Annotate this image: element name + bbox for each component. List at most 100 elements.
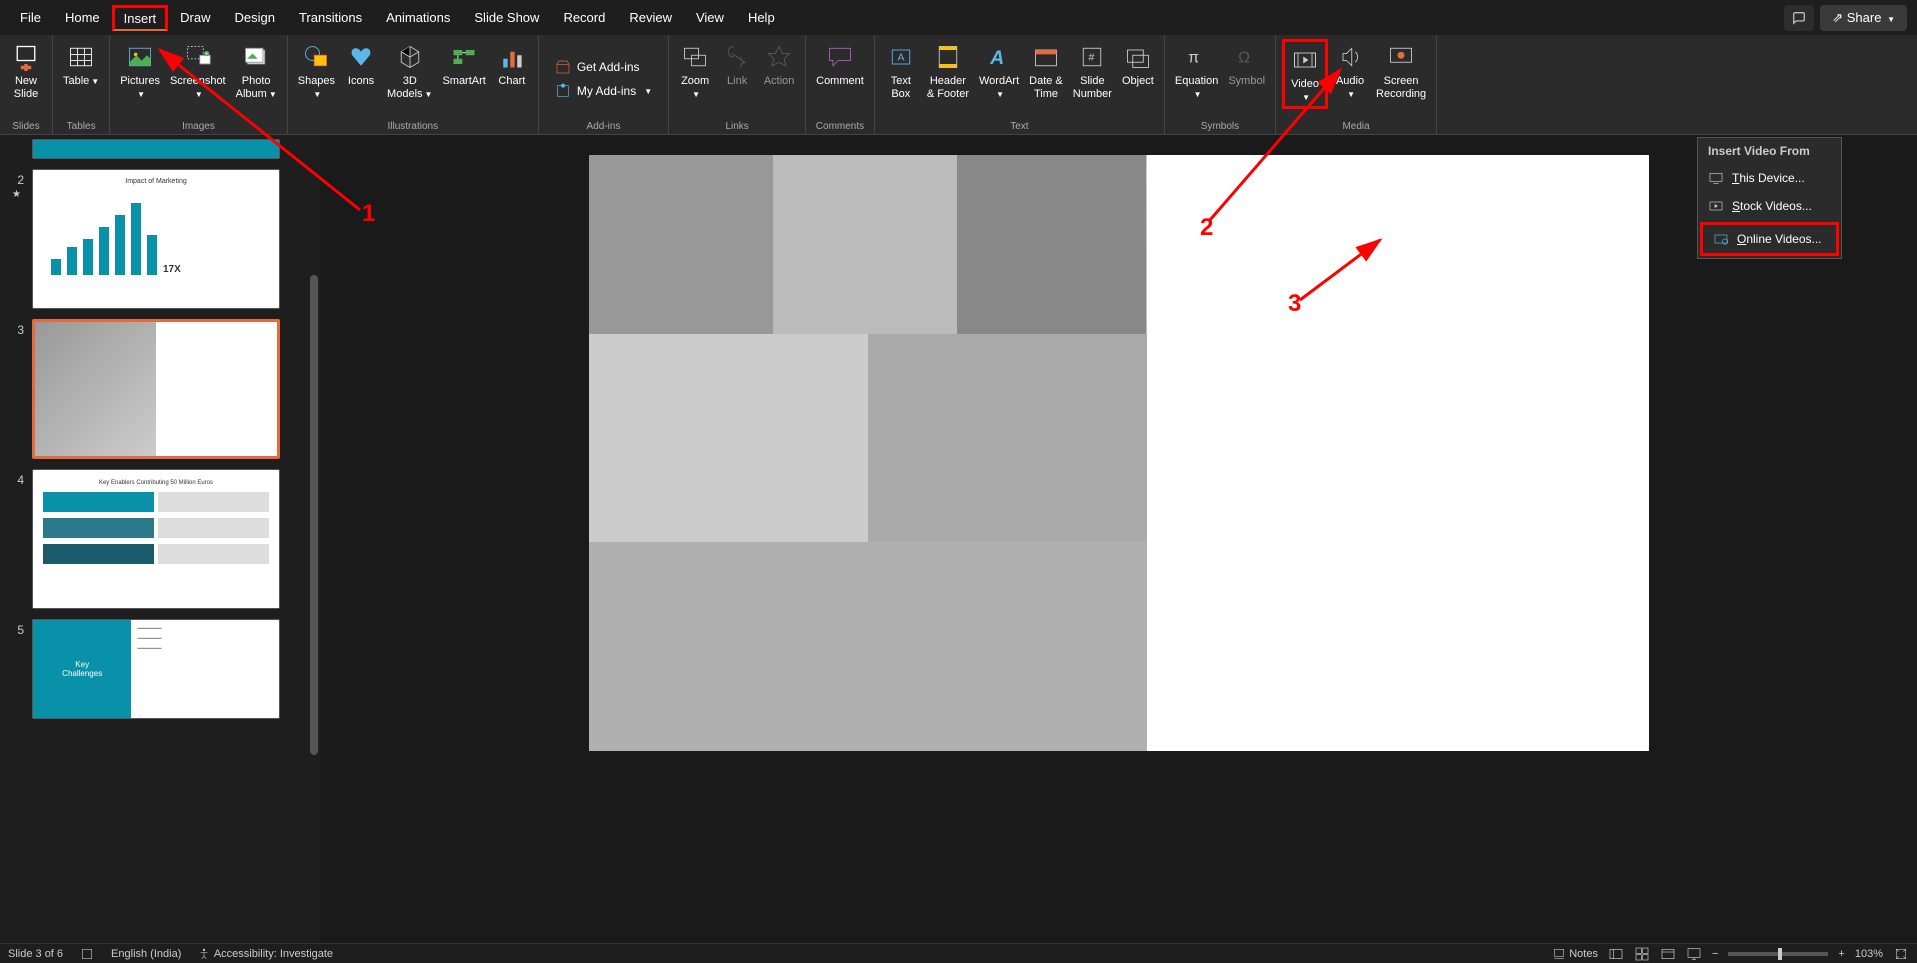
- pictures-icon: [124, 41, 156, 73]
- thumb4-title: Key Enablers Contributing 50 Million Eur…: [43, 480, 269, 486]
- tab-record[interactable]: Record: [551, 4, 617, 31]
- screen-recording-button[interactable]: Screen Recording: [1372, 39, 1430, 103]
- 3d-models-button[interactable]: 3D Models▼: [383, 39, 436, 103]
- tabs-bar: File Home Insert Draw Design Transitions…: [0, 0, 1917, 35]
- slide-number-button[interactable]: # Slide Number: [1069, 39, 1116, 103]
- dropdown-stock-videos-label: Stock Videos...: [1732, 199, 1812, 213]
- video-button[interactable]: Video▼: [1282, 39, 1328, 109]
- slide-thumb-2[interactable]: Impact of Marketing 17X: [32, 169, 280, 309]
- equation-button[interactable]: π Equation▼: [1171, 39, 1222, 103]
- tab-animations[interactable]: Animations: [374, 4, 462, 31]
- group-images-label: Images: [116, 119, 281, 132]
- group-tables-label: Tables: [59, 119, 103, 132]
- zoom-level[interactable]: 103%: [1855, 948, 1883, 960]
- new-slide-label: New Slide: [14, 75, 38, 101]
- screenshot-button[interactable]: + Screenshot▼: [166, 39, 230, 103]
- my-addins-button[interactable]: My Add-ins ▼: [549, 80, 658, 102]
- screenshot-label: Screenshot▼: [170, 75, 226, 101]
- tab-draw[interactable]: Draw: [168, 4, 222, 31]
- get-addins-button[interactable]: Get Add-ins: [549, 56, 658, 78]
- dropdown-online-videos[interactable]: Online Videos...: [1700, 222, 1839, 256]
- slide-thumb-4[interactable]: Key Enablers Contributing 50 Million Eur…: [32, 469, 280, 609]
- table-button[interactable]: Table▼: [59, 39, 103, 90]
- smartart-label: SmartArt: [442, 75, 485, 88]
- svg-text:+: +: [205, 51, 208, 57]
- dropdown-this-device[interactable]: This Device...: [1698, 164, 1841, 192]
- icons-button[interactable]: Icons: [341, 39, 381, 90]
- header-footer-label: Header & Footer: [927, 75, 969, 101]
- symbol-icon: Ω: [1231, 41, 1263, 73]
- thumb-number: [10, 139, 24, 143]
- thumb-scrollbar[interactable]: [310, 275, 318, 755]
- tab-transitions[interactable]: Transitions: [287, 4, 374, 31]
- share-button[interactable]: ⇗ Share ▼: [1820, 5, 1907, 31]
- slide-number-label: Slide Number: [1073, 75, 1112, 101]
- header-footer-button[interactable]: Header & Footer: [923, 39, 973, 103]
- slide-thumbnail-panel[interactable]: 2 ★ Impact of Marketing 17X: [0, 135, 320, 943]
- sorter-view-button[interactable]: [1634, 946, 1650, 962]
- smartart-button[interactable]: SmartArt: [438, 39, 489, 90]
- text-box-icon: A: [885, 41, 917, 73]
- comment-button[interactable]: Comment: [812, 39, 868, 90]
- comments-title-button[interactable]: [1784, 5, 1814, 31]
- 3d-models-icon: [394, 41, 426, 73]
- share-label: Share: [1847, 10, 1882, 25]
- wordart-label: WordArt▼: [979, 75, 1019, 101]
- thumb-number: 3: [10, 319, 24, 337]
- tab-insert[interactable]: Insert: [112, 5, 169, 31]
- svg-text:A: A: [897, 52, 904, 64]
- current-slide[interactable]: [589, 155, 1649, 751]
- thumb2-metric: 17X: [163, 264, 181, 275]
- reading-view-button[interactable]: [1660, 946, 1676, 962]
- group-links-label: Links: [675, 119, 799, 132]
- zoom-in-button[interactable]: +: [1838, 948, 1844, 960]
- zoom-out-button[interactable]: −: [1712, 948, 1718, 960]
- wordart-icon: A: [983, 41, 1015, 73]
- online-icon: [1713, 231, 1729, 247]
- notes-button[interactable]: Notes: [1552, 947, 1598, 961]
- group-symbols-label: Symbols: [1171, 119, 1269, 132]
- tab-view[interactable]: View: [684, 4, 736, 31]
- status-accessibility[interactable]: Accessibility: Investigate: [197, 947, 333, 961]
- slide-thumb-5[interactable]: Key Challenges ━━━━━━━━ ━━━━━━━━ ━━━━━━━…: [32, 619, 280, 719]
- fit-to-window-button[interactable]: [1893, 946, 1909, 962]
- status-slide-info: Slide 3 of 6: [8, 948, 63, 960]
- zoom-button[interactable]: Zoom▼: [675, 39, 715, 103]
- audio-button[interactable]: Audio▼: [1330, 39, 1370, 103]
- screen-recording-label: Screen Recording: [1376, 75, 1426, 101]
- wordart-button[interactable]: A WordArt▼: [975, 39, 1023, 103]
- stock-icon: [1708, 198, 1724, 214]
- tab-file[interactable]: File: [8, 4, 53, 31]
- group-slides-label: Slides: [6, 119, 46, 132]
- tab-home[interactable]: Home: [53, 4, 112, 31]
- pictures-button[interactable]: Pictures▼: [116, 39, 164, 103]
- zoom-slider[interactable]: [1728, 952, 1828, 956]
- slide-thumb-1[interactable]: [32, 139, 280, 159]
- dropdown-stock-videos[interactable]: Stock Videos...: [1698, 192, 1841, 220]
- tab-help[interactable]: Help: [736, 4, 787, 31]
- svg-text:#: #: [1089, 52, 1095, 64]
- slideshow-view-button[interactable]: [1686, 946, 1702, 962]
- table-label: Table▼: [63, 75, 99, 88]
- date-time-button[interactable]: Date & Time: [1025, 39, 1067, 103]
- normal-view-button[interactable]: [1608, 946, 1624, 962]
- chart-button[interactable]: Chart: [492, 39, 532, 90]
- pictures-label: Pictures▼: [120, 75, 160, 101]
- text-box-button[interactable]: A Text Box: [881, 39, 921, 103]
- shapes-button[interactable]: Shapes▼: [294, 39, 339, 103]
- tab-slideshow[interactable]: Slide Show: [462, 4, 551, 31]
- svg-text:Ω: Ω: [1238, 49, 1250, 66]
- link-icon: [721, 41, 753, 73]
- object-button[interactable]: Object: [1118, 39, 1158, 90]
- spellcheck-icon[interactable]: [79, 946, 95, 962]
- video-dropdown: Insert Video From This Device... Stock V…: [1697, 137, 1842, 259]
- tab-review[interactable]: Review: [617, 4, 684, 31]
- new-slide-button[interactable]: New Slide: [6, 39, 46, 103]
- smartart-icon: [448, 41, 480, 73]
- status-language[interactable]: English (India): [111, 948, 181, 960]
- photo-album-button[interactable]: Photo Album▼: [232, 39, 281, 103]
- 3d-models-label: 3D Models▼: [387, 75, 432, 101]
- tab-design[interactable]: Design: [223, 4, 287, 31]
- slide-thumb-3[interactable]: [32, 319, 280, 459]
- group-text-label: Text: [881, 119, 1158, 132]
